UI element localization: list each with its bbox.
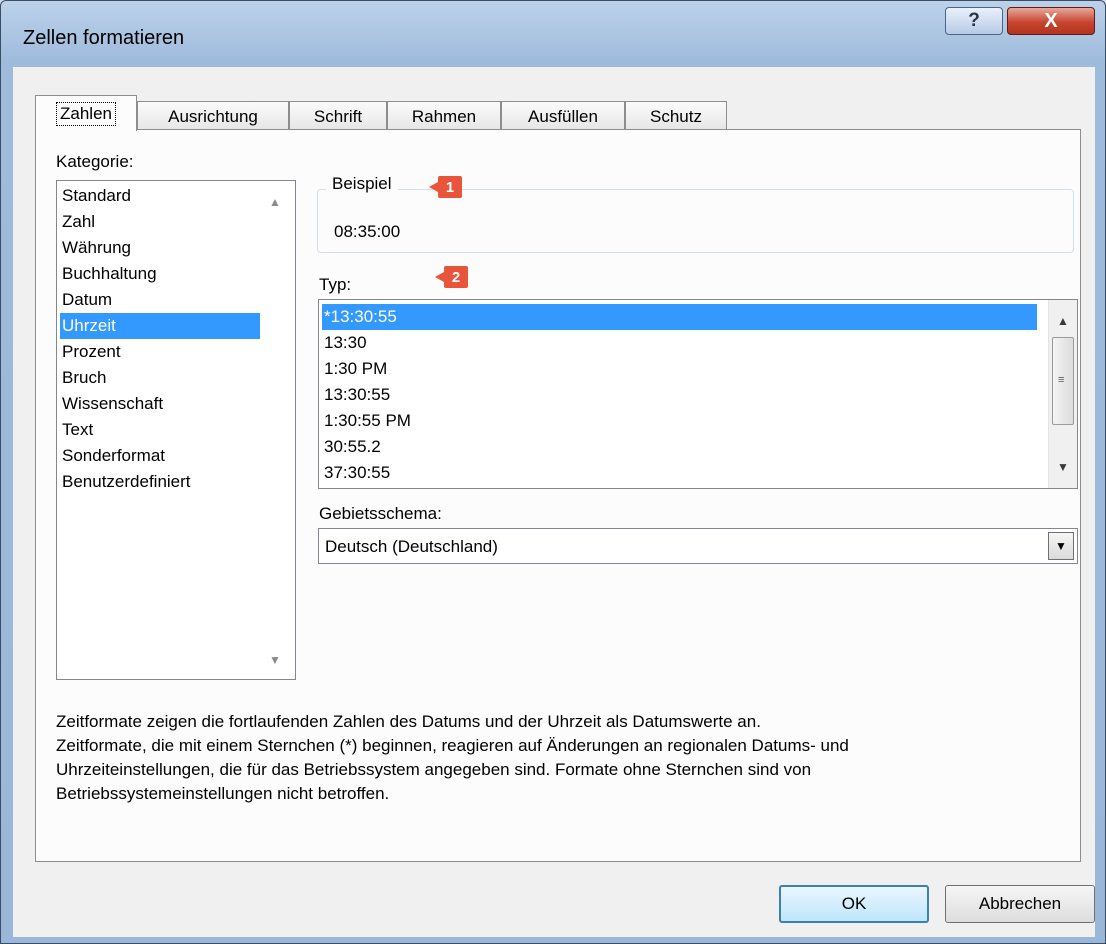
category-item-waehrung[interactable]: Währung	[60, 235, 260, 261]
type-list-scrollbar[interactable]: ▲ ≡ ▼	[1048, 300, 1077, 488]
dialog-client-area: Zahlen Ausrichtung Schrift Rahmen Ausfül…	[13, 67, 1095, 937]
category-item-standard[interactable]: Standard	[60, 183, 260, 209]
type-item[interactable]: 1:30:55 PM	[322, 408, 1037, 434]
ok-button-label: OK	[841, 894, 867, 913]
type-item[interactable]: 30:55.2	[322, 434, 1037, 460]
example-label: Beispiel	[326, 174, 398, 194]
category-item-prozent[interactable]: Prozent	[60, 339, 260, 365]
locale-value: Deutsch (Deutschland)	[325, 537, 498, 556]
category-item-text[interactable]: Text	[60, 417, 260, 443]
scroll-up-arrow-icon[interactable]: ▲	[1057, 314, 1069, 328]
title-bar: Zellen formatieren ? X	[1, 1, 1106, 67]
category-item-datum[interactable]: Datum	[60, 287, 260, 313]
tab-label: Schutz	[650, 106, 702, 126]
category-item-wissenschaft[interactable]: Wissenschaft	[60, 391, 260, 417]
description-line: Zeitformate zeigen die fortlaufenden Zah…	[56, 712, 761, 731]
ok-button[interactable]: OK	[779, 885, 929, 923]
tab-zahlen[interactable]: Zahlen	[35, 95, 137, 131]
scroll-up-arrow-icon[interactable]: ▲	[269, 195, 281, 209]
description-line: Zeitformate, die mit einem Sternchen (*)…	[56, 736, 849, 755]
category-label: Kategorie:	[56, 152, 134, 171]
help-button[interactable]: ?	[945, 7, 1003, 35]
close-button[interactable]: X	[1007, 7, 1095, 35]
window-title: Zellen formatieren	[23, 27, 185, 49]
category-item-benutzerdefiniert[interactable]: Benutzerdefiniert	[60, 469, 260, 495]
tab-label: Zahlen	[56, 101, 116, 126]
scroll-down-arrow-icon[interactable]: ▼	[269, 653, 281, 667]
tab-schrift[interactable]: Schrift	[289, 101, 387, 131]
scrollbar-thumb[interactable]: ≡	[1052, 337, 1074, 425]
type-label: Typ:	[319, 275, 352, 294]
category-item-zahl[interactable]: Zahl	[60, 209, 260, 235]
type-item[interactable]: 13:30	[322, 330, 1037, 356]
category-item-sonderformat[interactable]: Sonderformat	[60, 443, 260, 469]
tab-label: Schrift	[313, 106, 363, 126]
tab-label: Ausfüllen	[528, 106, 598, 126]
tab-panel-zahlen: Kategorie: Standard Zahl Währung Buchhal…	[35, 129, 1081, 862]
locale-label: Gebietsschema:	[319, 504, 442, 523]
type-item[interactable]: *13:30:55	[322, 304, 1037, 330]
chevron-down-icon: ▼	[1055, 539, 1067, 553]
cancel-button-label: Abbrechen	[978, 894, 1062, 913]
dialog-window: Zellen formatieren ? X Zahlen Ausrichtun…	[0, 0, 1106, 944]
type-item[interactable]: 13:30:55	[322, 382, 1037, 408]
tab-schutz[interactable]: Schutz	[625, 101, 727, 131]
type-list[interactable]: *13:30:55 13:30 1:30 PM 13:30:55 1:30:55…	[318, 299, 1078, 489]
description-line: Betriebssystemeinstellungen nicht betrof…	[56, 784, 390, 803]
category-item-bruch[interactable]: Bruch	[60, 365, 260, 391]
description-line: Uhrzeiteinstellungen, die für das Betrie…	[56, 760, 812, 779]
scroll-down-arrow-icon[interactable]: ▼	[1057, 460, 1069, 474]
locale-dropdown[interactable]: Deutsch (Deutschland) ▼	[318, 528, 1078, 564]
type-item[interactable]: 37:30:55	[322, 460, 1037, 486]
tab-label: Ausrichtung	[168, 106, 258, 126]
tab-ausfuellen[interactable]: Ausfüllen	[501, 101, 625, 131]
callout-badge-2: 2	[435, 266, 468, 288]
tab-label: Rahmen	[411, 106, 477, 126]
example-group	[317, 189, 1074, 253]
example-value: 08:35:00	[334, 222, 401, 241]
help-icon: ?	[968, 10, 980, 31]
grip-icon: ≡	[1058, 374, 1065, 386]
tab-rahmen[interactable]: Rahmen	[387, 101, 501, 131]
type-item[interactable]: 1:30 PM	[322, 356, 1037, 382]
category-item-uhrzeit[interactable]: Uhrzeit	[60, 313, 260, 339]
callout-badge-1: 1	[429, 176, 462, 198]
category-item-buchhaltung[interactable]: Buchhaltung	[60, 261, 260, 287]
description-text: Zeitformate zeigen die fortlaufenden Zah…	[56, 710, 1066, 806]
cancel-button[interactable]: Abbrechen	[945, 885, 1095, 923]
dropdown-arrow-button[interactable]: ▼	[1048, 532, 1074, 560]
category-list[interactable]: Standard Zahl Währung Buchhaltung Datum …	[56, 180, 296, 680]
tab-ausrichtung[interactable]: Ausrichtung	[137, 101, 289, 131]
close-icon: X	[1044, 9, 1058, 32]
